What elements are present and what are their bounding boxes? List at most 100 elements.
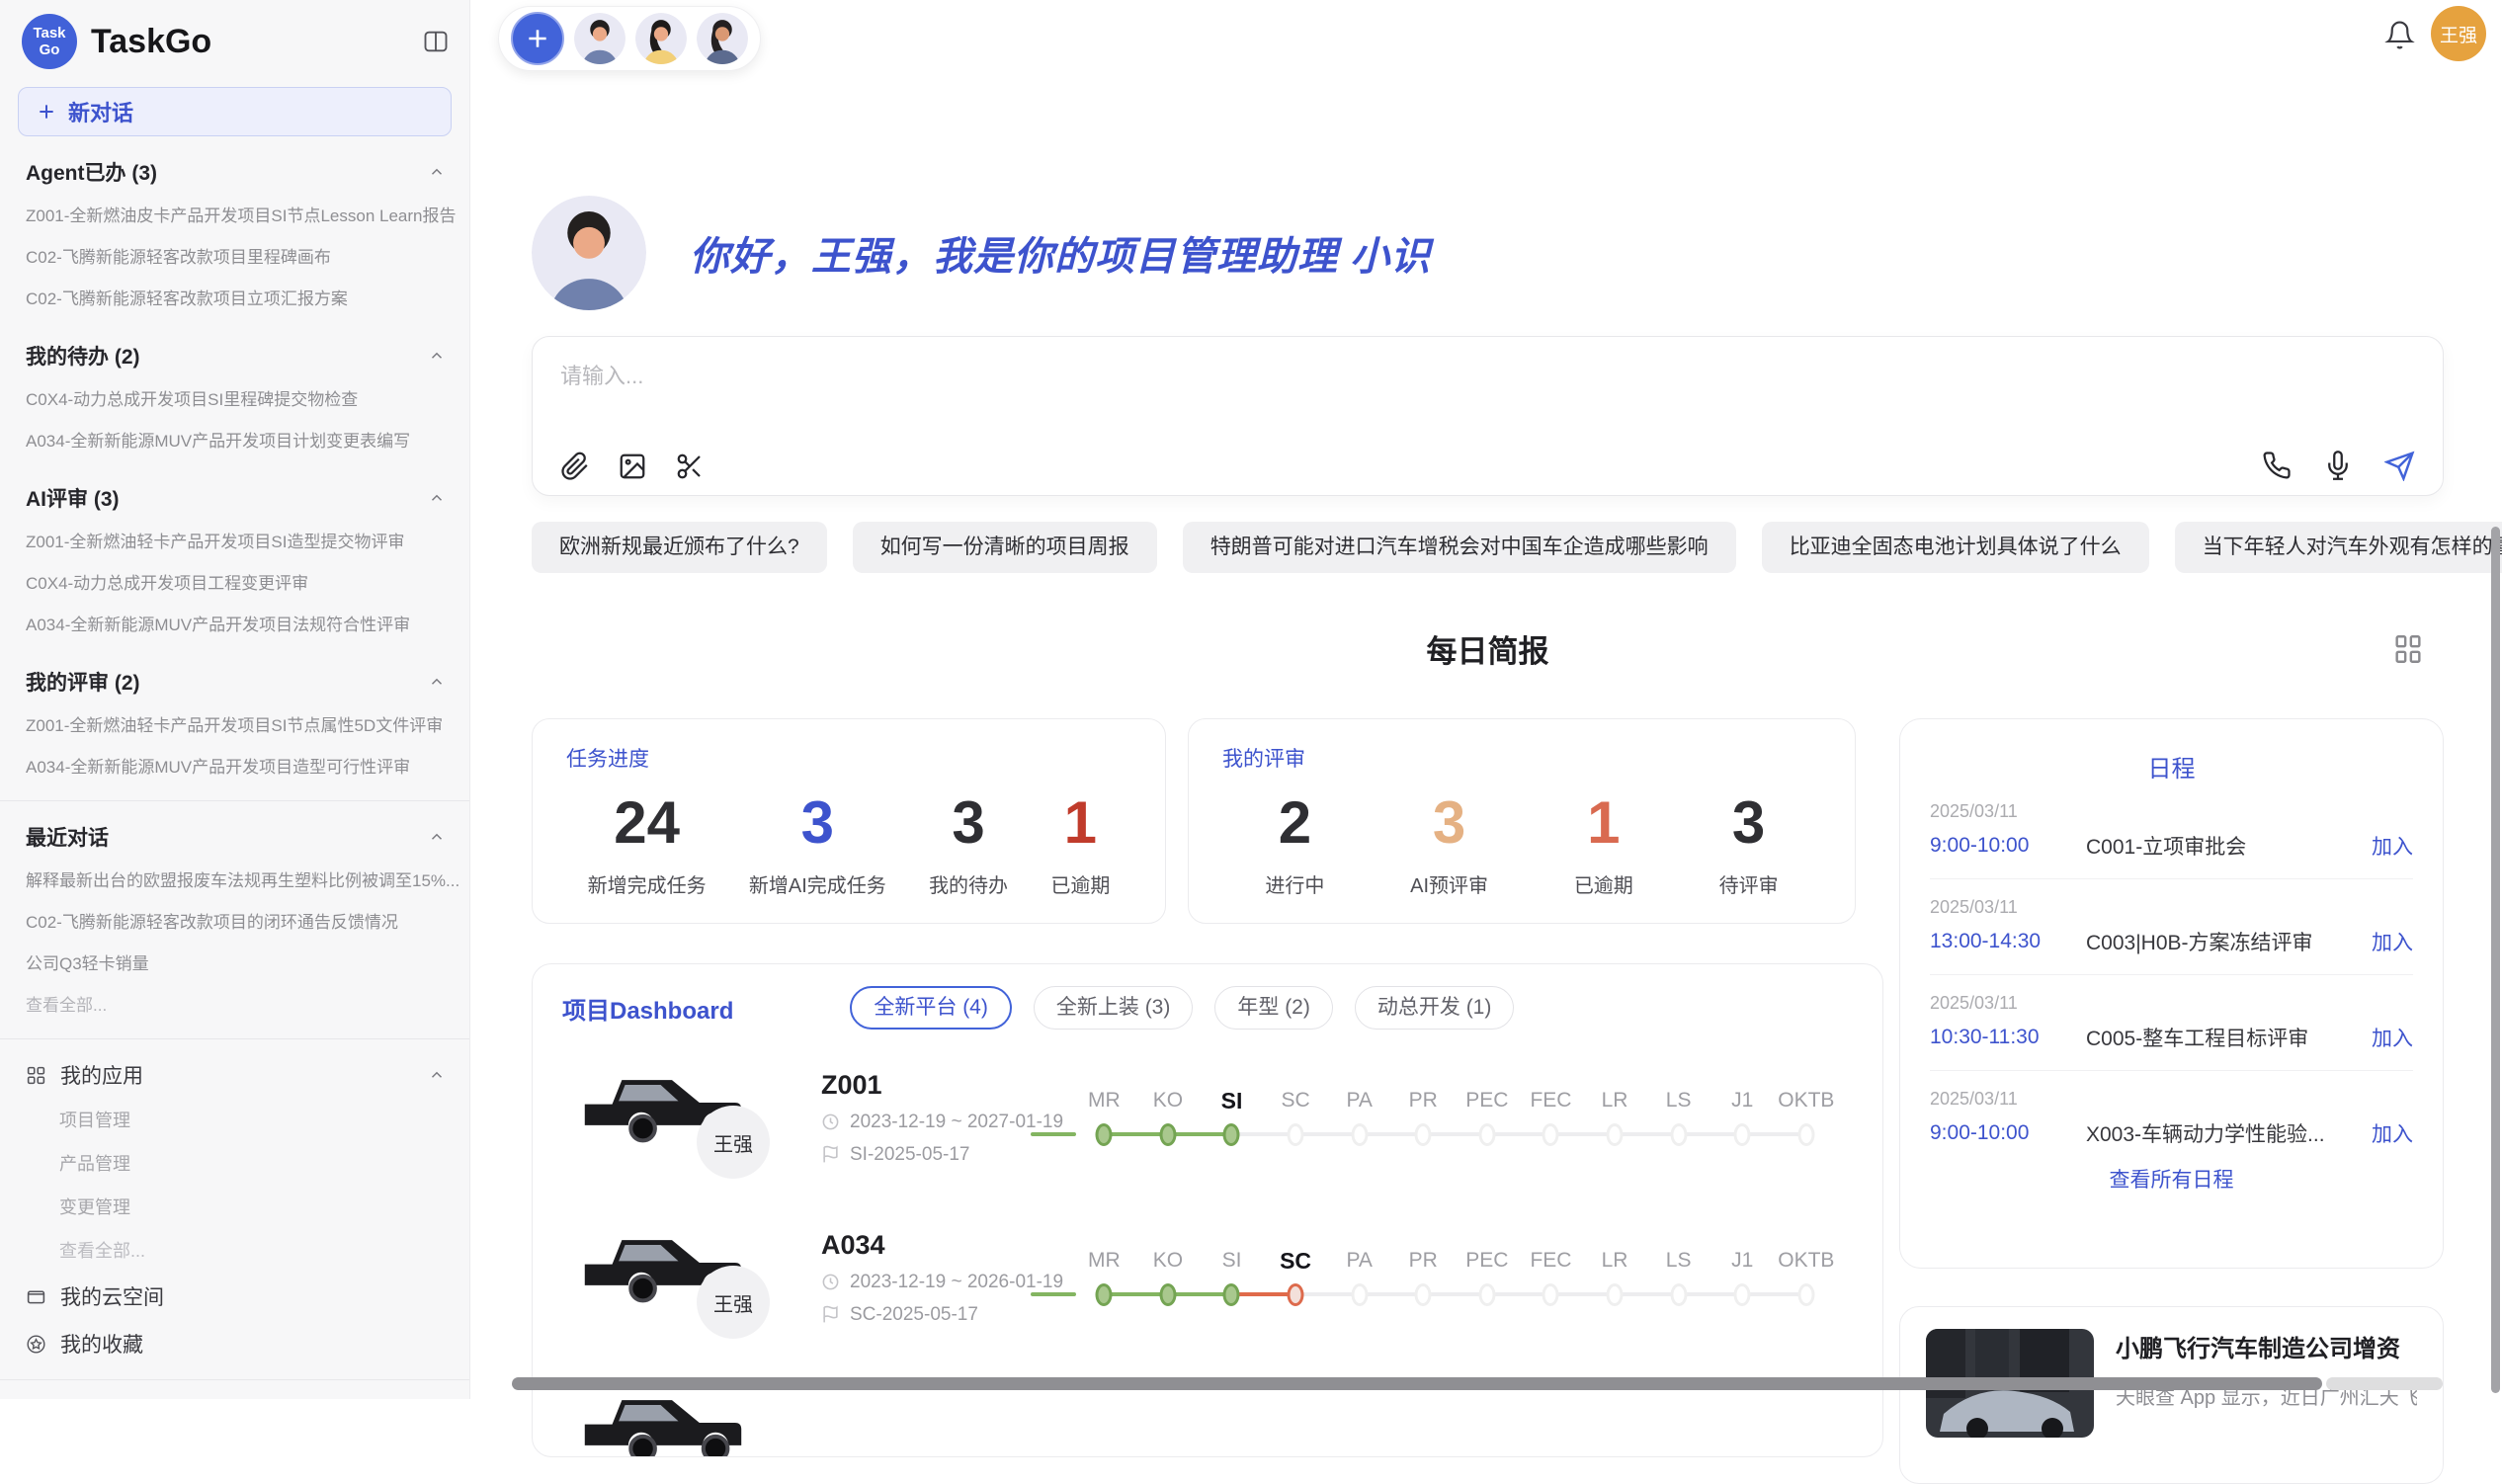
recent-chats-header[interactable]: 最近对话 [0,813,469,861]
milestone-dot [1223,1283,1240,1306]
milestone-label: SI [1200,1083,1264,1118]
sidebar-group-header[interactable]: Agent已办 (3) [0,148,469,196]
sidebar-divider [0,1038,469,1039]
sidebar-item[interactable]: C02-飞腾新能源轻客改款项目立项汇报方案 [0,279,469,320]
avatar[interactable] [574,13,626,64]
sidebar-group-header[interactable]: AI评审 (3) [0,474,469,522]
sidebar-divider [0,1379,469,1380]
user-avatar[interactable]: 王强 [2431,6,2486,61]
recent-chat-item[interactable]: 解释最新出台的欧盟报废车法规再生塑料比例被调至15%... [0,861,469,902]
stats-card: 我的评审2进行中3AI预评审1已逾期3待评审 [1188,718,1856,924]
sidebar-item[interactable]: A034-全新新能源MUV产品开发项目法规符合性评审 [0,605,469,646]
recent-see-all[interactable]: 查看全部... [0,985,469,1027]
image-icon[interactable] [618,452,647,481]
recent-chat-item[interactable]: 公司Q3轻卡销量 [0,944,469,985]
suggestion-chip[interactable]: 比亚迪全固态电池计划具体说了什么 [1762,522,2149,573]
sidebar-item[interactable]: A034-全新新能源MUV产品开发项目计划变更表编写 [0,421,469,462]
project-flag-date: SC-2025-05-17 [821,1304,1066,1326]
logo-text-1: Task [33,25,65,41]
stat-label: 进行中 [1265,869,1324,898]
suggestion-chip[interactable]: 特朗普可能对进口汽车增税会对中国车企造成哪些影响 [1183,522,1736,573]
milestone-dot [1096,1283,1113,1306]
clock-icon [821,1113,840,1131]
project-row[interactable]: 王强Z0012023-12-19 ~ 2027-01-19SI-2025-05-… [562,1045,1853,1190]
app-shortcut[interactable]: 变更管理 [0,1186,469,1229]
paperclip-icon[interactable] [560,452,590,481]
milestone-dot [1607,1283,1624,1306]
milestone: KO [1136,1083,1201,1152]
sidebar-item[interactable]: Z001-全新燃油轻卡产品开发项目SI节点属性5D文件评审 [0,705,469,747]
favorites-row[interactable]: 我的收藏 [0,1320,469,1367]
send-icon[interactable] [2384,451,2415,481]
milestone-label: PA [1327,1243,1391,1278]
event-join-link[interactable]: 加入 [2372,831,2413,861]
dashboard-tab[interactable]: 动总开发 (1) [1355,986,1515,1030]
recent-chats-title: 最近对话 [26,822,109,852]
stat: 3新增AI完成任务 [749,786,886,898]
project-owner-avatar: 王强 [697,1106,770,1179]
project-flag-date: SI-2025-05-17 [821,1144,1066,1166]
sidebar-item[interactable]: Z001-全新燃油皮卡产品开发项目SI节点Lesson Learn报告 [0,196,469,237]
milestone-dot [1351,1283,1368,1306]
event-title: X003-车辆动力学性能验... [2086,1118,2360,1148]
project-row[interactable]: 王强A0342023-12-19 ~ 2026-01-19SC-2025-05-… [562,1205,1853,1350]
sidebar-item[interactable]: Z001-全新燃油轻卡产品开发项目SI造型提交物评审 [0,522,469,563]
milestone: LR [1583,1083,1647,1152]
suggestion-chip[interactable]: 欧洲新规最近颁布了什么? [532,522,827,573]
event-join-link[interactable]: 加入 [2372,1023,2413,1052]
news-card[interactable]: 小鹏飞行汽车制造公司增资 天眼查 App 显示，近日广州汇天飞行汽... [1899,1306,2444,1484]
stat-value: 1 [1574,786,1633,860]
my-apps-row[interactable]: 我的应用 [0,1051,469,1099]
schedule-see-all[interactable]: 查看所有日程 [1930,1164,2413,1194]
avatar[interactable] [635,13,687,64]
phone-icon[interactable] [2262,451,2292,481]
dashboard-tab[interactable]: 全新上装 (3) [1034,986,1194,1030]
milestone: PA [1327,1083,1391,1152]
suggestion-chip[interactable]: 当下年轻人对汽车外观有怎样的喜好趋势 [2175,522,2502,573]
event-join-link[interactable]: 加入 [2372,1118,2413,1148]
recent-chat-item[interactable]: C02-飞腾新能源轻客改款项目的闭环通告反馈情况 [0,902,469,944]
app-shortcut[interactable]: 产品管理 [0,1142,469,1186]
scissors-icon[interactable] [675,452,705,481]
project-code: Z001 [821,1070,1066,1101]
sidebar-group-header[interactable]: 我的评审 (2) [0,658,469,705]
sidebar-collapse-icon[interactable] [422,28,450,55]
flag-icon [821,1305,840,1324]
sidebar-item[interactable]: C02-飞腾新能源轻客改款项目里程碑画布 [0,237,469,279]
stat: 2进行中 [1265,786,1324,898]
event-time: 9:00-10:00 [1930,834,2086,858]
grid-icon [26,1065,46,1086]
event-time: 9:00-10:00 [1930,1121,2086,1145]
tool-row[interactable]: AI超级员工 [0,1392,469,1399]
milestone-dot [1543,1123,1559,1146]
horizontal-scrollbar-thumb[interactable] [512,1377,2322,1390]
sidebar-item[interactable]: C0X4-动力总成开发项目SI里程碑提交物检查 [0,379,469,421]
dashboard-tab[interactable]: 年型 (2) [1214,986,1333,1030]
layout-grid-icon[interactable] [2391,632,2425,671]
app-shortcut[interactable]: 项目管理 [0,1099,469,1142]
new-chat-button[interactable]: 新对话 [18,87,452,136]
milestone-label: LR [1583,1083,1647,1118]
milestone-timeline: MRKOSISCPAPRPECFECLRLSJ1OKTB [1072,1243,1838,1312]
milestone: PEC [1456,1083,1520,1152]
star-icon [26,1334,46,1355]
stat: 3待评审 [1719,786,1779,898]
plus-icon [37,102,56,122]
milestone-label: MR [1072,1083,1136,1118]
sidebar-group-header[interactable]: 我的待办 (2) [0,332,469,379]
suggestion-chip[interactable]: 如何写一份清晰的项目周报 [853,522,1157,573]
apps-see-all[interactable]: 查看全部... [0,1229,469,1273]
event-join-link[interactable]: 加入 [2372,927,2413,956]
mic-icon[interactable] [2323,451,2353,481]
cloud-space-row[interactable]: 我的云空间 [0,1273,469,1320]
dashboard-tab[interactable]: 全新平台 (4) [850,986,1012,1030]
add-session-button[interactable] [511,12,564,65]
sidebar-item[interactable]: A034-全新新能源MUV产品开发项目造型可行性评审 [0,747,469,788]
bell-icon[interactable] [2384,20,2415,55]
vertical-scrollbar-thumb[interactable] [2491,527,2500,1393]
avatar[interactable] [697,13,748,64]
milestone-label: PR [1391,1243,1456,1278]
chat-input[interactable] [533,337,2443,432]
sidebar-item[interactable]: C0X4-动力总成开发项目工程变更评审 [0,563,469,605]
folder-icon [26,1286,46,1307]
